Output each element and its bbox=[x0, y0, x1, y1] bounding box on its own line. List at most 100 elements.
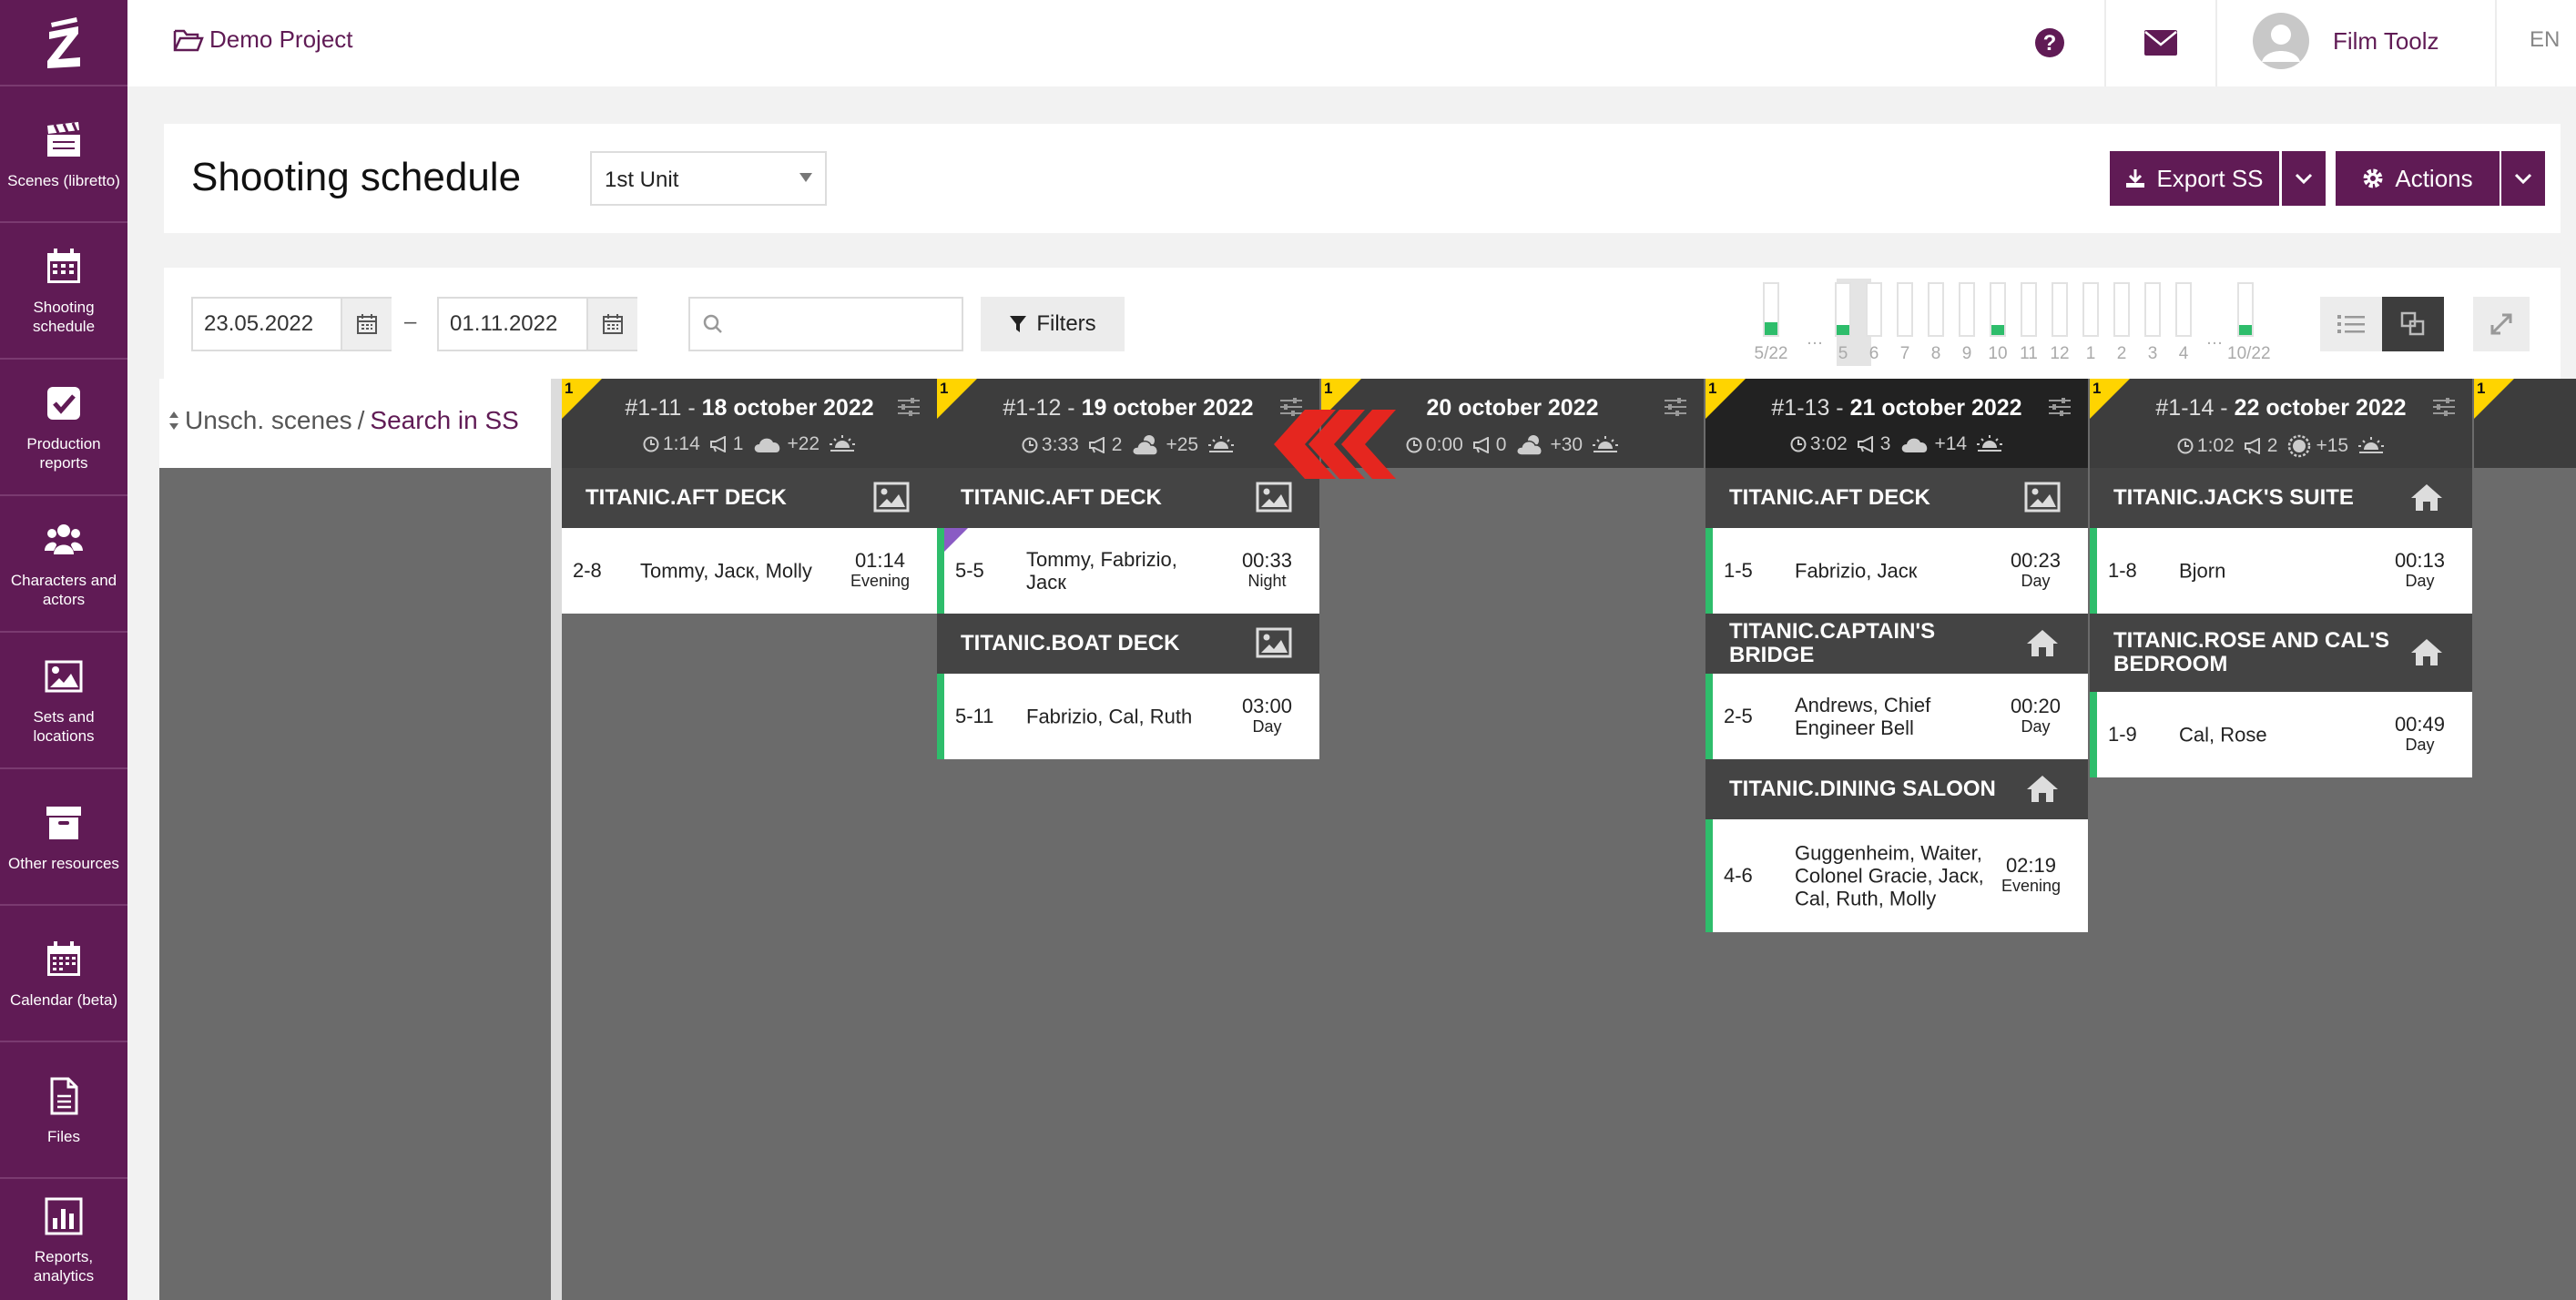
calendar-icon bbox=[47, 249, 80, 283]
user-name: Film Toolz bbox=[2333, 26, 2439, 55]
actions-button[interactable]: Actions bbox=[2336, 151, 2500, 206]
sidebar-item-scenes[interactable]: Scenes (libretto) bbox=[0, 88, 127, 223]
unscheduled-list-area bbox=[159, 468, 551, 1300]
set-header[interactable]: TITANIC.AFT DECK bbox=[937, 468, 1319, 528]
day-strip-bar[interactable] bbox=[1835, 282, 1851, 337]
export-dropdown-toggle[interactable] bbox=[2282, 151, 2326, 206]
unit-select[interactable]: 1st Unit bbox=[590, 151, 827, 206]
scene-card[interactable]: 1-8 Bjorn 00:13 Day bbox=[2090, 528, 2472, 614]
sidebar-item-calendar[interactable]: Calendar (beta) bbox=[0, 908, 127, 1042]
temperature-value: +14 bbox=[1934, 433, 1968, 454]
export-ss-button[interactable]: Export SS bbox=[2110, 151, 2279, 206]
day-column-header[interactable]: 1 #1-11 - 18 october 2022 1:14 1 +22 bbox=[562, 379, 937, 468]
sidebar-item-sets-locations[interactable]: Sets and locations bbox=[0, 635, 127, 769]
day-strip-bar[interactable] bbox=[2082, 282, 2099, 337]
list-view-button[interactable] bbox=[2320, 297, 2382, 351]
search-in-ss-tab[interactable]: Search in SS bbox=[370, 406, 518, 435]
set-header[interactable]: TITANIC.AFT DECK bbox=[562, 468, 937, 528]
day-strip-bar[interactable] bbox=[2144, 282, 2161, 337]
day-column-header[interactable]: 1 #1-14 - 22 october 2022 1:02 2 +15 bbox=[2090, 379, 2472, 468]
date-to-picker[interactable] bbox=[586, 299, 637, 350]
actions-dropdown-toggle[interactable] bbox=[2501, 151, 2545, 206]
day-settings-icon[interactable] bbox=[2048, 397, 2072, 417]
clock-icon bbox=[2177, 438, 2194, 454]
pages-value: 1 bbox=[732, 433, 744, 454]
scene-card[interactable]: 4-6 Guggenheim, Waiter, Colonel Gracie, J… bbox=[1705, 819, 2088, 932]
scene-card[interactable]: 1-9 Cal, Rose 00:49 Day bbox=[2090, 692, 2472, 777]
day-column-header[interactable]: 1 bbox=[2474, 379, 2576, 468]
messages-button[interactable] bbox=[2143, 29, 2178, 56]
day-strip-bar[interactable] bbox=[1866, 282, 1882, 337]
clock-icon bbox=[643, 436, 659, 452]
scene-card[interactable]: 5-5 Tommy, Fabrizio, Jacк 00:33 Night bbox=[937, 528, 1319, 614]
sidebar-item-shooting-schedule[interactable]: Shooting schedule bbox=[0, 225, 127, 360]
date-to-field[interactable]: 01.11.2022 bbox=[437, 297, 637, 351]
interior-home-icon bbox=[2024, 627, 2061, 660]
unscheduled-scenes-tab[interactable]: Unsch. scenes bbox=[185, 406, 352, 435]
scene-cast: Tommy, Fabrizio, Jacк bbox=[1026, 548, 1177, 594]
language-switch[interactable]: EN bbox=[2530, 27, 2560, 53]
day-strip-bar[interactable] bbox=[2021, 282, 2037, 337]
day-column-header[interactable]: 1 #1-12 - 19 october 2022 3:33 2 +25 bbox=[937, 379, 1319, 468]
user-menu[interactable]: Film Toolz bbox=[2253, 13, 2439, 69]
temperature-value: +15 bbox=[2316, 435, 2349, 456]
date-from-picker[interactable] bbox=[341, 299, 392, 350]
weather-stat: +25 bbox=[1131, 433, 1198, 457]
date-from-field[interactable]: 23.05.2022 bbox=[191, 297, 392, 351]
scene-time: 03:00 Day bbox=[1242, 696, 1292, 736]
sun-icon bbox=[2286, 433, 2312, 459]
sidebar-item-characters[interactable]: Characters and actors bbox=[0, 498, 127, 633]
board-view-button[interactable] bbox=[2382, 297, 2444, 351]
scene-card[interactable]: 2-5 Andrews, Chief Engineer Bell 00:20 Day bbox=[1705, 674, 2088, 759]
day-strip-bar[interactable] bbox=[1928, 282, 1944, 337]
help-button[interactable]: ? bbox=[2034, 27, 2065, 58]
filters-button[interactable]: Filters bbox=[981, 297, 1125, 351]
day-strip-bar[interactable] bbox=[2113, 282, 2130, 337]
day-date: 21 october 2022 bbox=[1849, 395, 2022, 421]
day-strip-bar[interactable] bbox=[1959, 282, 1975, 337]
set-header[interactable]: TITANIC.AFT DECK bbox=[1705, 468, 2088, 528]
filters-label: Filters bbox=[1036, 311, 1096, 336]
day-settings-icon[interactable] bbox=[897, 397, 921, 417]
scene-card[interactable]: 1-5 Fabrizio, Jacк 00:23 Day bbox=[1705, 528, 2088, 614]
set-header[interactable]: TITANIC.JACK'S SUITE bbox=[2090, 468, 2472, 528]
weather-stat: +14 bbox=[1899, 433, 1967, 455]
day-column-header[interactable]: 1 #1-13 - 21 october 2022 3:02 3 +14 bbox=[1705, 379, 2088, 468]
fullscreen-button[interactable] bbox=[2473, 297, 2530, 351]
sidebar-item-production-reports[interactable]: Production reports bbox=[0, 361, 127, 496]
scene-duration: 00:49 bbox=[2394, 713, 2445, 736]
day-strip-bar[interactable] bbox=[1897, 282, 1913, 337]
app-logo[interactable] bbox=[0, 0, 127, 86]
scene-card[interactable]: 2-8 Tommy, Jacк, Molly 01:14 Evening bbox=[562, 528, 937, 614]
day-strip-bar[interactable] bbox=[2237, 282, 2254, 337]
day-stats: 3:02 3 +14 bbox=[1705, 433, 2088, 455]
sidebar-item-files[interactable]: Files bbox=[0, 1044, 127, 1179]
pages-stat: 3 bbox=[1857, 433, 1890, 455]
project-link[interactable]: Demo Project bbox=[173, 25, 353, 54]
scene-card[interactable]: 5-11 Fabrizio, Cal, Ruth 03:00 Day bbox=[937, 674, 1319, 759]
set-header[interactable]: TITANIC.DINING SALOON bbox=[1705, 759, 2088, 819]
day-strip-bar[interactable] bbox=[2052, 282, 2068, 337]
set-name: TITANIC.JACK'S SUITE bbox=[2113, 485, 2354, 510]
day-strip-bar[interactable] bbox=[2175, 282, 2192, 337]
panel-divider[interactable] bbox=[551, 379, 562, 1300]
scene-number: 4-6 bbox=[1724, 864, 1753, 887]
day-strip-bar[interactable] bbox=[1990, 282, 2006, 337]
scene-time: 00:49 Day bbox=[2395, 715, 2445, 755]
search-input[interactable] bbox=[688, 297, 963, 351]
day-settings-icon[interactable] bbox=[1664, 397, 1687, 417]
day-settings-icon[interactable] bbox=[2432, 397, 2456, 417]
set-header[interactable]: TITANIC.CAPTAIN'S BRIDGE bbox=[1705, 614, 2088, 674]
filmtoolz-logo-icon bbox=[47, 16, 80, 68]
sidebar-item-reports[interactable]: Reports, analytics bbox=[0, 1181, 127, 1300]
scene-cast: Bjorn bbox=[2179, 559, 2226, 583]
day-strip-bar[interactable] bbox=[1763, 282, 1779, 337]
set-name: TITANIC.AFT DECK bbox=[1729, 485, 1930, 510]
date-to-value: 01.11.2022 bbox=[450, 311, 558, 336]
set-header[interactable]: TITANIC.ROSE AND CAL'S BEDROOM bbox=[2090, 614, 2472, 692]
sidebar-item-other-resources[interactable]: Other resources bbox=[0, 771, 127, 906]
set-header[interactable]: TITANIC.BOAT DECK bbox=[937, 614, 1319, 674]
sidebar-item-label: Characters and actors bbox=[10, 572, 117, 608]
partly-cloudy-icon bbox=[1131, 433, 1162, 457]
day-number: #1-11 - bbox=[625, 395, 696, 421]
